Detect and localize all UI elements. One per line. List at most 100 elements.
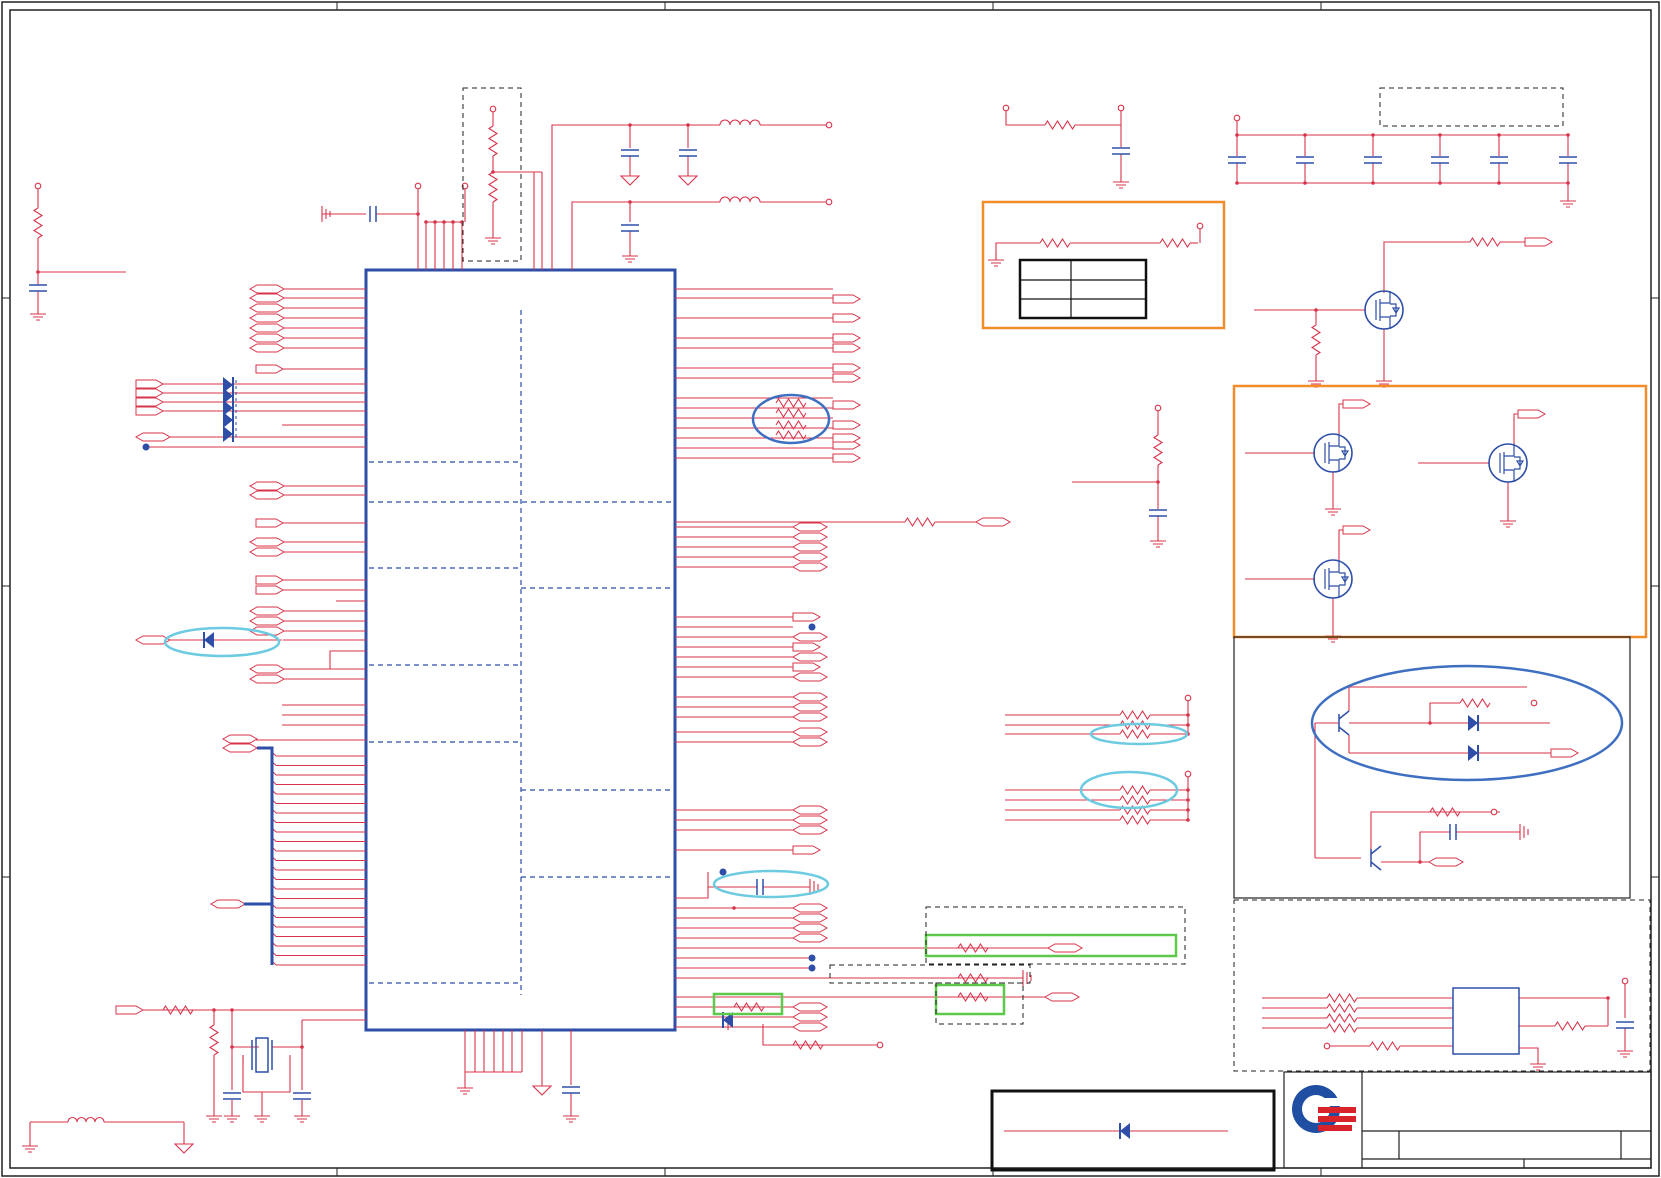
net-terminal [1184,694,1192,702]
ground-symbol [1325,503,1341,516]
net-port [791,692,829,702]
junction-dot [628,200,632,204]
junction-dot [1566,133,1570,137]
net-port [791,805,829,815]
highlight-ellipse-capacitor [712,869,830,899]
net-port [791,702,829,712]
junction-dot [732,906,736,910]
resistor [792,1039,824,1051]
net-port [248,606,286,616]
resistor [957,942,989,954]
ground-symbol [988,254,1004,267]
highlight-box-green-2 [934,983,1006,1016]
net-port [832,333,862,343]
table-box [1018,258,1148,320]
net-port [255,518,285,528]
resistor [1369,1040,1401,1052]
net-port [791,542,829,552]
net-port [832,363,862,373]
ground-symbol [1617,1045,1633,1058]
resistor [904,516,936,528]
junction-dot [416,212,420,216]
ground-symbol [531,1082,553,1096]
net-terminal [1233,114,1241,122]
junction-dot [1418,860,1422,864]
ground-symbol [485,232,501,245]
net-port [248,674,286,684]
junction-dot [451,220,455,224]
junction-dot [1303,181,1307,185]
net-port [1342,525,1372,535]
net-port [248,490,286,500]
net-port [791,522,829,532]
company-logo [1292,1085,1356,1133]
net-terminal [1117,104,1125,112]
net-port [1550,748,1580,758]
net-port [135,379,165,389]
junction-dot [1156,480,1160,484]
net-port [248,293,286,303]
diode [1468,745,1478,761]
net-terminal [1490,808,1498,816]
junction-dot [1186,808,1190,812]
junction-dot [1186,798,1190,802]
junction-dot [230,1008,234,1012]
junction-dot [686,123,690,127]
net-port [791,815,829,825]
net-port [248,481,286,491]
diode [1120,1123,1130,1139]
diode [223,426,233,442]
resistor [1159,237,1191,249]
secondary-ic [1452,987,1520,1055]
junction-dot [1566,181,1570,185]
highlight-box-orange-right [1232,384,1648,639]
net-port [1046,943,1084,953]
ground-symbol [622,250,638,263]
inductor [719,119,761,126]
net-port [974,517,1012,527]
mosfet-symbol [1324,560,1350,598]
net-port [248,333,286,343]
net-terminal [825,121,833,129]
net-port [248,616,286,626]
net-terminal [1002,104,1010,112]
net-terminal [825,198,833,206]
net-port [791,632,829,642]
ground-symbol [677,172,699,186]
inductor [67,1116,105,1123]
net-port [791,825,829,835]
net-port [791,672,829,682]
junction-dot [1371,133,1375,137]
net-port [832,420,862,430]
net-port [792,662,822,672]
net-port [221,743,259,753]
dashed-region-boxes [462,87,1651,1072]
net-port [792,845,822,855]
net-port [832,373,862,383]
resistor [1152,434,1164,466]
net-terminal [1184,770,1192,778]
net-port [832,343,862,353]
net-terminal [34,182,42,190]
net-terminal [876,1041,884,1049]
ground-symbol [1113,176,1129,189]
junction-dot [1186,818,1190,822]
net-port [832,433,862,443]
net-port [248,547,286,557]
resistor [487,125,499,157]
net-terminal [1154,404,1162,412]
ground-symbol [619,172,641,186]
resistor [1326,1002,1358,1014]
junction-dot [230,1045,234,1049]
net-port [792,612,822,622]
net-port [791,562,829,572]
net-port [1524,237,1554,247]
junction-dot [424,220,428,224]
resistor [957,991,989,1003]
resistor [1326,1012,1358,1024]
resistor [1310,324,1322,356]
net-port [791,737,829,747]
resistor [1119,709,1151,721]
resistor [1119,784,1151,796]
junction-dot [212,1008,216,1012]
